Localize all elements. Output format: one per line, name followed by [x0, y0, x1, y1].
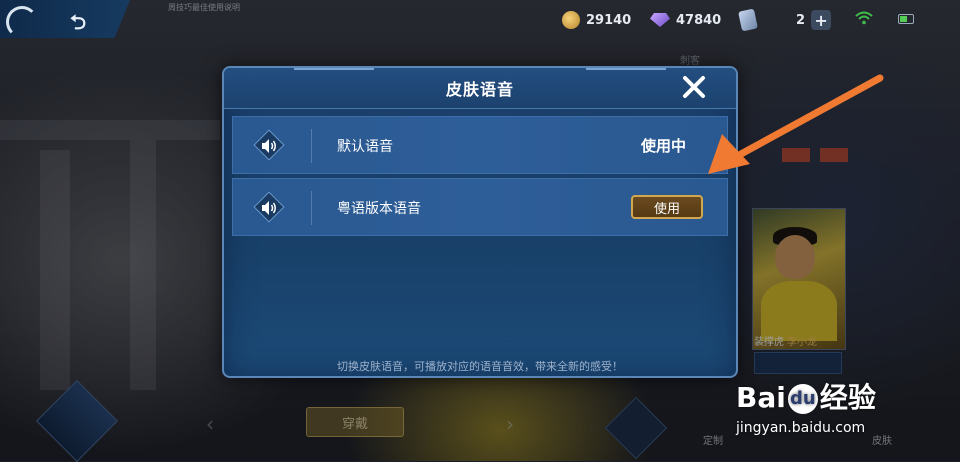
watermark-logo: Bai du 经验	[736, 381, 876, 414]
in-use-status: 使用中	[641, 137, 687, 155]
gold-amount: 29140	[586, 12, 632, 28]
watermark-url: jingyan.baidu.com	[736, 420, 866, 436]
use-button[interactable]: 使用	[631, 195, 703, 219]
gem-icon	[650, 13, 670, 27]
voice-name: 粤语版本语音	[337, 201, 421, 217]
speaker-button[interactable]	[253, 129, 285, 161]
gem-amount: 47840	[676, 12, 722, 28]
speaker-button[interactable]	[253, 191, 285, 223]
back-button[interactable]: ⮌	[0, 0, 130, 38]
voice-row-cantonese[interactable]: 粤语版本语音 使用	[232, 178, 728, 236]
annotation-arrow	[708, 74, 884, 174]
gem-counter: 47840	[650, 10, 721, 30]
menu-swirl-icon	[6, 6, 38, 38]
top-bar: ⮌ 周技巧最佳使用说明 29140 47840 2 +	[0, 0, 960, 40]
modal-title: 皮肤语音	[445, 80, 514, 99]
plus-icon[interactable]: +	[811, 10, 832, 30]
card-icon	[738, 8, 758, 32]
wifi-icon	[855, 11, 873, 25]
row-divider	[311, 129, 312, 163]
header-ornament	[586, 68, 666, 76]
baidu-watermark: Bai du 经验 jingyan.baidu.com	[736, 376, 956, 456]
coin-icon	[562, 11, 580, 29]
speaker-icon	[262, 139, 276, 153]
card-counter	[738, 8, 758, 32]
header-ornament	[294, 68, 374, 76]
modal-header: 皮肤语音	[224, 68, 736, 109]
voice-name: 默认语音	[337, 139, 393, 155]
voice-row-default[interactable]: 默认语音 使用中	[232, 116, 728, 174]
speaker-icon	[262, 201, 276, 215]
modal-footer-hint: 切换皮肤语音，可播放对应的语音音效，带来全新的感受！	[337, 360, 623, 373]
battery-icon	[898, 14, 914, 24]
card-amount: 2	[796, 12, 806, 28]
row-divider	[311, 191, 312, 225]
top-hint-text: 周技巧最佳使用说明	[168, 3, 240, 12]
gold-counter: 29140	[562, 10, 631, 30]
back-arrow-icon: ⮌	[70, 10, 87, 34]
skin-voice-modal: 皮肤语音 默认语音 使用中 粤语版本语音 使用 切换皮肤语音，可播放对应的语音音…	[222, 66, 738, 378]
ticket-counter: 2 +	[796, 10, 832, 30]
